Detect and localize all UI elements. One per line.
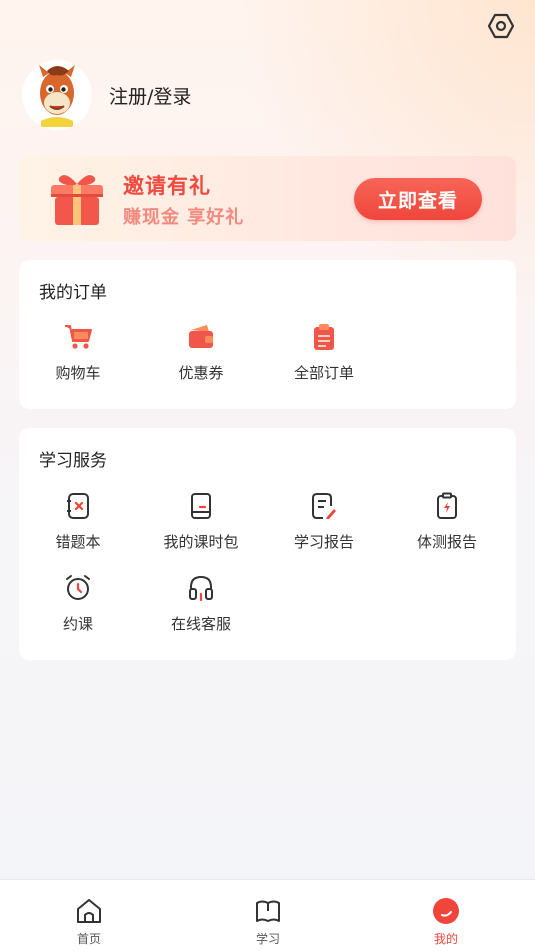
tab-study[interactable]: 学习 <box>208 880 328 947</box>
coupon-entry[interactable]: 优惠券 <box>142 322 260 383</box>
banner-subtitle: 赚现金 享好礼 <box>123 207 245 228</box>
profile-header[interactable]: 注册/登录 <box>22 60 191 130</box>
shopping-cart-icon <box>63 322 93 352</box>
tab-home[interactable]: 首页 <box>29 880 149 947</box>
cart-entry[interactable]: 购物车 <box>19 322 137 383</box>
profile-icon <box>431 896 461 926</box>
fitness-report-icon <box>432 491 462 521</box>
headset-icon <box>186 573 216 603</box>
tab-mine-label: 我的 <box>433 932 458 946</box>
gift-box-icon <box>51 175 103 225</box>
tab-home-label: 首页 <box>76 932 101 946</box>
cart-label: 购物车 <box>55 364 101 382</box>
login-register-link[interactable]: 注册/登录 <box>109 82 191 109</box>
view-now-button[interactable]: 立即查看 <box>354 178 482 220</box>
invite-banner[interactable]: 邀请有礼 赚现金 享好礼 立即查看 <box>19 156 516 241</box>
lesson-package-label: 我的课时包 <box>163 533 239 551</box>
orders-card: 我的订单 购物车 优惠券 全部订单 <box>19 260 516 409</box>
study-report-label: 学习报告 <box>293 533 354 551</box>
avatar[interactable] <box>22 60 92 130</box>
lesson-package-entry[interactable]: 我的课时包 <box>142 491 260 552</box>
order-list-icon <box>309 322 339 352</box>
lesson-package-icon <box>186 491 216 521</box>
home-icon <box>74 896 104 926</box>
all-orders-label: 全部订单 <box>293 364 354 382</box>
customer-service-label: 在线客服 <box>170 615 231 633</box>
banner-title: 邀请有礼 <box>123 174 211 198</box>
book-class-entry[interactable]: 约课 <box>19 573 137 634</box>
tab-mine[interactable]: 我的 <box>386 880 506 947</box>
study-report-icon <box>309 491 339 521</box>
all-orders-entry[interactable]: 全部订单 <box>265 322 383 383</box>
book-icon <box>253 896 283 926</box>
alarm-clock-icon <box>63 573 93 603</box>
customer-service-entry[interactable]: 在线客服 <box>142 573 260 634</box>
book-class-label: 约课 <box>62 615 93 633</box>
bottom-tab-bar: 首页 学习 我的 <box>0 879 535 951</box>
mistake-book-label: 错题本 <box>55 533 101 551</box>
services-card: 学习服务 错题本 我的课时包 学习报告 体测报告 约课 在线客服 <box>19 428 516 660</box>
fitness-report-entry[interactable]: 体测报告 <box>388 491 506 552</box>
coupon-label: 优惠券 <box>178 364 224 382</box>
services-title: 学习服务 <box>39 451 107 471</box>
tab-study-label: 学习 <box>255 932 280 946</box>
horse-mascot-icon <box>39 65 75 127</box>
mistake-book-entry[interactable]: 错题本 <box>19 491 137 552</box>
settings-icon <box>488 13 514 39</box>
settings-button[interactable] <box>487 12 515 40</box>
background-glow <box>235 0 535 300</box>
study-report-entry[interactable]: 学习报告 <box>265 491 383 552</box>
coupon-wallet-icon <box>186 322 216 352</box>
mistake-book-icon <box>63 491 93 521</box>
orders-title: 我的订单 <box>39 283 107 303</box>
fitness-report-label: 体测报告 <box>416 533 477 551</box>
